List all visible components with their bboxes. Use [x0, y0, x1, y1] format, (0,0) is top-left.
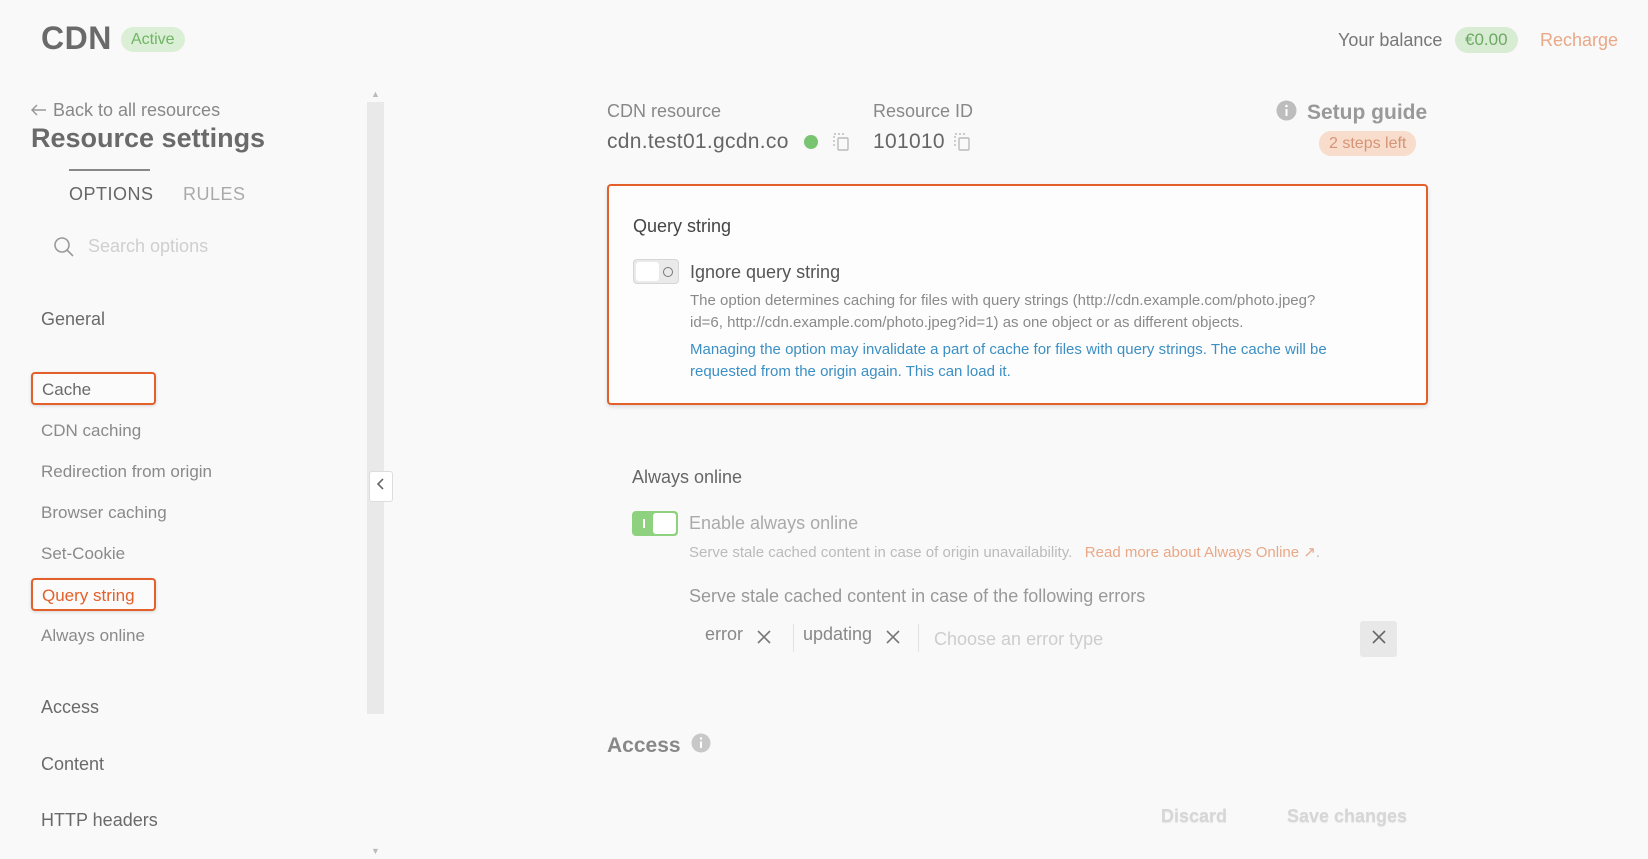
sidebar-item-query-string-label: Query string [42, 586, 135, 605]
sidebar-scrollbar[interactable] [367, 102, 384, 714]
info-icon [1276, 100, 1297, 126]
cdn-resource-label: CDN resource [607, 101, 722, 121]
page-title: Resource settings [31, 123, 266, 153]
recharge-link[interactable]: Recharge [1540, 30, 1618, 51]
choose-error-type-input[interactable] [934, 626, 1274, 652]
save-changes-button[interactable]: Save changes [1287, 806, 1407, 827]
steps-left-badge: 2 steps left [1319, 131, 1417, 156]
always-online-description: Serve stale cached content in case of or… [689, 544, 1321, 561]
query-string-card: Query string Ignore query string The opt… [607, 184, 1428, 405]
sidebar-item-query-string[interactable]: Query string [31, 578, 156, 611]
arrow-left-icon [30, 100, 47, 121]
scroll-down-arrow-icon[interactable]: ▼ [371, 846, 380, 856]
sidebar-section-general[interactable]: General [41, 309, 105, 330]
chevron-left-icon [376, 477, 386, 496]
external-link-icon: ↗ [1299, 544, 1316, 561]
remove-chip-icon[interactable] [886, 628, 900, 644]
search-options-input[interactable] [88, 233, 338, 259]
balance-value-badge: €0.00 [1455, 27, 1518, 53]
close-icon [1371, 629, 1386, 649]
sidebar-item-cdn-caching[interactable]: CDN caching [41, 421, 141, 441]
balance-label: Your balance [1338, 30, 1443, 50]
copy-icon[interactable] [953, 132, 971, 152]
active-tab-indicator [69, 169, 150, 171]
ignore-query-string-label: Ignore query string [690, 262, 841, 282]
setup-guide-label: Setup guide [1307, 101, 1428, 124]
error-type-chip: error [705, 624, 771, 645]
access-title: Access [607, 733, 681, 757]
chip-divider [793, 624, 794, 652]
sidebar-item-redirection-from-origin[interactable]: Redirection from origin [41, 462, 212, 482]
enable-always-online-toggle[interactable] [632, 511, 678, 536]
always-online-description-text: Serve stale cached content in case of or… [689, 544, 1073, 561]
read-more-link-label: Read more about Always Online [1084, 544, 1300, 561]
toggle-knob [636, 262, 659, 281]
read-more-always-online-link[interactable]: Read more about Always Online ↗ [1085, 544, 1316, 561]
toggle-on-icon [643, 519, 645, 528]
sidebar-section-access[interactable]: Access [41, 697, 99, 718]
error-type-chip: updating [803, 624, 900, 645]
query-string-title: Query string [633, 216, 732, 236]
discard-button[interactable]: Discard [1161, 806, 1227, 827]
sidebar-section-cache-label: Cache [42, 380, 92, 399]
query-string-description-line1: The option determines caching for files … [690, 292, 1316, 309]
resource-id-label: Resource ID [873, 101, 974, 121]
scroll-up-arrow-icon[interactable]: ▲ [371, 89, 380, 99]
clear-errors-button[interactable] [1360, 621, 1397, 657]
status-badge: Active [121, 27, 185, 52]
tab-rules[interactable]: RULES [183, 184, 246, 205]
info-icon[interactable] [691, 733, 711, 758]
app-title: CDN [41, 20, 112, 56]
chip-label: updating [803, 624, 873, 644]
sidebar-item-browser-caching[interactable]: Browser caching [41, 503, 167, 523]
cdn-resource-value: cdn.test01.gcdn.co [607, 130, 789, 153]
toggle-off-icon [663, 267, 673, 277]
search-icon [53, 236, 75, 258]
query-string-description-line2: id=6, http://cdn.example.com/photo.jpeg?… [690, 314, 1244, 331]
sidebar-section-http-headers[interactable]: HTTP headers [41, 810, 158, 831]
access-section-heading: Access [607, 733, 711, 758]
remove-chip-icon[interactable] [757, 628, 771, 644]
resource-online-status-dot [804, 135, 818, 149]
copy-icon[interactable] [832, 132, 850, 152]
ignore-query-string-toggle[interactable] [633, 259, 679, 284]
resource-id-value: 101010 [873, 130, 945, 153]
back-link-label: Back to all resources [53, 100, 221, 120]
tab-options[interactable]: OPTIONS [69, 184, 154, 205]
collapse-sidebar-button[interactable] [369, 471, 393, 502]
sidebar-item-always-online[interactable]: Always online [41, 626, 145, 646]
chip-divider [918, 624, 919, 652]
setup-guide-button[interactable]: Setup guide [1276, 100, 1427, 126]
sidebar-item-set-cookie[interactable]: Set-Cookie [41, 544, 125, 564]
toggle-knob [653, 513, 676, 534]
sidebar-section-cache[interactable]: Cache [31, 372, 156, 405]
chip-label: error [705, 624, 744, 644]
always-online-title: Always online [632, 467, 743, 487]
query-string-warning-line1: Managing the option may invalidate a par… [690, 341, 1327, 358]
stale-errors-label: Serve stale cached content in case of th… [689, 586, 1146, 606]
query-string-warning-line2: requested from the origin again. This ca… [690, 363, 1011, 380]
back-to-resources-link[interactable]: Back to all resources [30, 100, 221, 121]
sidebar-section-content[interactable]: Content [41, 754, 104, 775]
enable-always-online-label: Enable always online [689, 513, 859, 533]
